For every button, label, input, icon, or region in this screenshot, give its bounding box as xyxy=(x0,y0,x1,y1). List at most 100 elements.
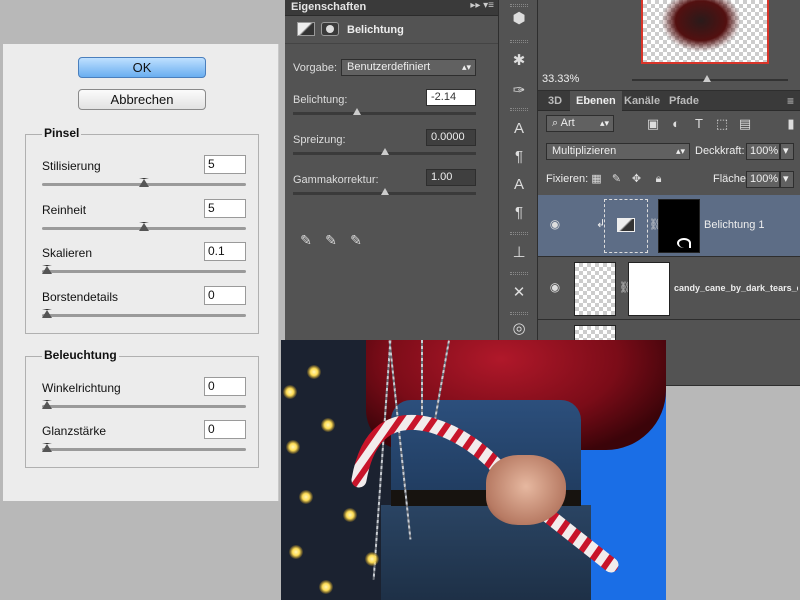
properties-typebar: Belichtung xyxy=(285,16,498,44)
eyedropper-white-icon[interactable]: ✎ xyxy=(347,232,365,250)
skalieren-input[interactable]: 0.1 xyxy=(204,242,246,261)
preset-select[interactable]: Benutzerdefiniert ▴▾ xyxy=(341,59,476,76)
eyedropper-gray-icon[interactable]: ✎ xyxy=(322,232,340,250)
shape-filter-icon[interactable]: ⬚ xyxy=(715,117,729,131)
param-label: Reinheit xyxy=(42,203,87,217)
lock-all-icon[interactable]: 🔒︎ xyxy=(652,173,665,186)
panel-dock-strip: ⬢ ✱ ✑ A ¶ A ¶ ⊥ ✕ ◎ xyxy=(498,0,538,340)
gamma-label: Gammakorrektur: xyxy=(293,174,379,186)
cancel-button[interactable]: Abbrechen xyxy=(78,89,206,110)
brush-icon[interactable]: ✑ xyxy=(508,80,530,102)
slider-thumb[interactable] xyxy=(42,265,52,274)
eye-icon[interactable]: ◉ xyxy=(548,280,562,294)
dock-grip[interactable] xyxy=(510,232,528,235)
dock-grip[interactable] xyxy=(510,108,528,111)
opacity-label: Deckkraft: xyxy=(695,145,745,157)
glanzstaerke-input[interactable]: 0 xyxy=(204,420,246,439)
slider-thumb[interactable] xyxy=(380,148,389,155)
slider-thumb[interactable] xyxy=(42,309,52,318)
fairy-light xyxy=(321,418,335,432)
clone-source-icon[interactable]: ⊥ xyxy=(508,242,530,264)
tools-icon[interactable]: ✕ xyxy=(508,282,530,304)
paragraph-styles-icon[interactable]: ¶ xyxy=(508,202,530,224)
slider-track[interactable] xyxy=(42,405,246,408)
reinheit-input[interactable]: 5 xyxy=(204,199,246,218)
belichtung-input[interactable]: -2.14 xyxy=(426,89,476,106)
canvas-hand xyxy=(486,455,566,525)
pixel-filter-icon[interactable]: ▣ xyxy=(646,117,660,131)
character-icon[interactable]: A xyxy=(508,118,530,140)
slider-track[interactable] xyxy=(42,270,246,273)
slider-thumb[interactable] xyxy=(380,188,389,195)
document-canvas[interactable] xyxy=(281,340,666,600)
updown-arrow-icon: ▴▾ xyxy=(675,146,685,156)
lock-pixels-icon[interactable]: ✎ xyxy=(610,173,623,186)
winkelrichtung-input[interactable]: 0 xyxy=(204,377,246,396)
eyedropper-black-icon[interactable]: ✎ xyxy=(297,232,315,250)
param-winkelrichtung: Winkelrichtung 0 xyxy=(42,377,246,423)
fairy-light xyxy=(319,580,333,594)
zoom-slider-thumb[interactable] xyxy=(703,75,711,82)
slider-thumb[interactable] xyxy=(42,443,52,452)
smartobject-filter-icon[interactable]: ▤ xyxy=(738,117,752,131)
zoom-level[interactable]: 33.33% xyxy=(542,73,579,85)
opacity-dropdown-icon[interactable]: ▾ xyxy=(780,143,794,160)
slider-thumb[interactable] xyxy=(139,178,149,187)
type-filter-icon[interactable]: T xyxy=(692,117,706,131)
spreizung-input[interactable]: 0.0000 xyxy=(426,129,476,146)
param-skalieren: Skalieren 0.1 xyxy=(42,242,246,288)
brush-preset-icon[interactable]: ✱ xyxy=(508,50,530,72)
dock-grip[interactable] xyxy=(510,40,528,43)
adjustment-icon[interactable] xyxy=(297,22,315,36)
lock-label: Fixieren: xyxy=(546,173,589,185)
mask-icon[interactable] xyxy=(321,22,339,36)
param-label: Stilisierung xyxy=(42,159,101,173)
dock-grip[interactable] xyxy=(510,272,528,275)
filter-toggle-icon[interactable]: ▮ xyxy=(784,117,798,131)
lock-row: Fixieren: ▦ ✎ ✥ 🔒︎ Fläche: 100% ▾ xyxy=(538,171,800,191)
slider-thumb[interactable] xyxy=(353,108,362,115)
panel-menu-icon[interactable]: ≡ xyxy=(787,94,794,108)
lock-position-icon[interactable]: ✥ xyxy=(630,173,643,186)
ok-button[interactable]: OK xyxy=(78,57,206,78)
properties-header: Eigenschaften ▸▸ ▾≡ xyxy=(285,0,498,16)
panel-menu-icon[interactable]: ▸▸ ▾≡ xyxy=(470,0,494,11)
tab-ebenen[interactable]: Ebenen xyxy=(570,91,622,111)
fill-dropdown-icon[interactable]: ▾ xyxy=(780,171,794,188)
opacity-input[interactable]: 100% xyxy=(746,143,780,160)
slider-thumb[interactable] xyxy=(42,400,52,409)
layer-row-candy-cane[interactable]: ◉ ⛓ candy_cane_by_dark_tears_e xyxy=(538,258,800,320)
lock-transparency-icon[interactable]: ▦ xyxy=(590,173,603,186)
layer-name[interactable]: Belichtung 1 xyxy=(704,219,796,231)
fill-input[interactable]: 100% xyxy=(746,171,780,188)
paragraph-icon[interactable]: ¶ xyxy=(508,146,530,168)
stilisierung-input[interactable]: 5 xyxy=(204,155,246,174)
filter-kind-select[interactable]: ⌕ Art ▴▾ xyxy=(546,115,614,132)
tab-3d[interactable]: 3D xyxy=(542,91,568,111)
belichtung-label: Belichtung: xyxy=(293,94,348,106)
timeline-icon[interactable]: ◎ xyxy=(508,318,530,340)
slider-track[interactable] xyxy=(293,112,476,115)
character-styles-icon[interactable]: A xyxy=(508,174,530,196)
adjustment-filter-icon[interactable]: ◐ xyxy=(669,117,683,131)
properties-title: Eigenschaften xyxy=(291,1,367,13)
3d-icon[interactable]: ⬢ xyxy=(508,8,530,30)
layer-row-belichtung[interactable]: ◉ ↲ ⛓ Belichtung 1 xyxy=(538,195,800,257)
slider-thumb[interactable] xyxy=(139,222,149,231)
layer-mask-thumb[interactable] xyxy=(628,262,670,316)
blend-mode-select[interactable]: Multiplizieren ▴▾ xyxy=(546,143,690,160)
slider-track[interactable] xyxy=(42,448,246,451)
layer-mask-thumb[interactable] xyxy=(658,199,700,253)
fairy-light xyxy=(299,490,313,504)
dock-grip[interactable] xyxy=(510,4,528,7)
borstendetails-input[interactable]: 0 xyxy=(204,286,246,305)
navigator-preview[interactable] xyxy=(641,0,769,64)
dock-grip[interactable] xyxy=(510,312,528,315)
tab-kanaele[interactable]: Kanäle xyxy=(618,91,666,111)
beleuchtung-group: Beleuchtung Winkelrichtung 0 Glanzstärke… xyxy=(25,348,259,468)
tab-pfade[interactable]: Pfade xyxy=(663,91,705,111)
gamma-input[interactable]: 1.00 xyxy=(426,169,476,186)
layer-name[interactable]: candy_cane_by_dark_tears_e xyxy=(674,283,798,293)
slider-track[interactable] xyxy=(42,314,246,317)
eye-icon[interactable]: ◉ xyxy=(548,217,562,231)
